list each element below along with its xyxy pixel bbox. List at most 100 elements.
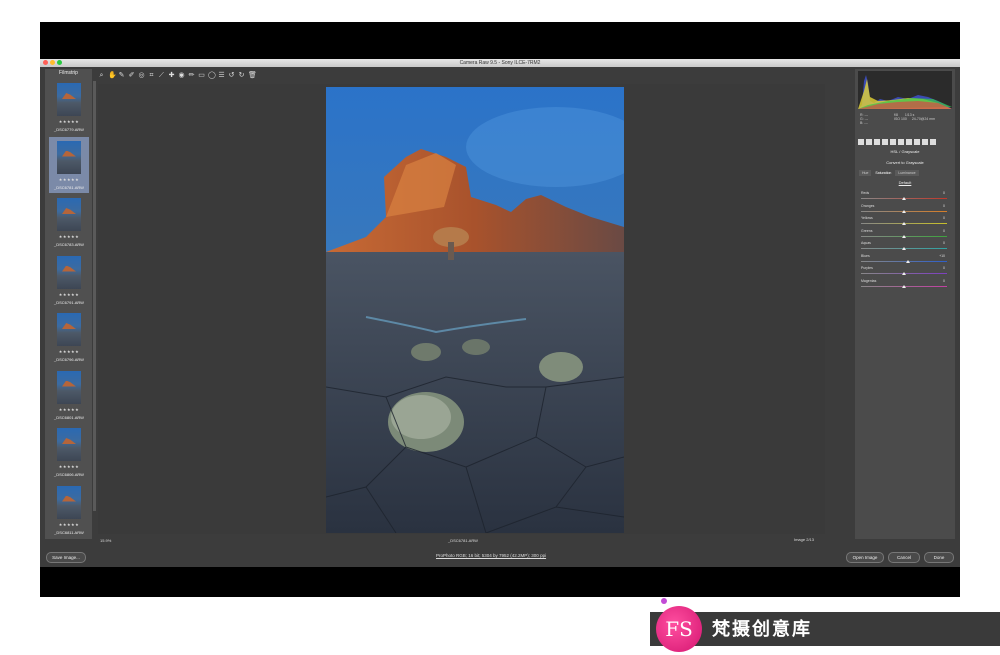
filmstrip-scrollbar[interactable] [93, 81, 96, 511]
star-rating[interactable]: ★★★★★ [49, 177, 89, 182]
panel-title: HSL / Grayscale [890, 149, 920, 154]
lens-tab-icon[interactable] [898, 139, 904, 145]
basic-tab-icon[interactable] [858, 139, 864, 145]
convert-grayscale-checkbox[interactable]: Convert to Grayscale [855, 160, 955, 165]
presets-tab-icon[interactable] [922, 139, 928, 145]
detail-tab-icon[interactable] [874, 139, 880, 145]
graduated-filter-icon[interactable]: ▭ [198, 72, 205, 79]
snapshots-tab-icon[interactable] [930, 139, 936, 145]
radial-filter-icon[interactable]: ◯ [208, 72, 216, 79]
default-link[interactable]: Default [855, 180, 955, 185]
star-rating[interactable]: ★★★★★ [49, 464, 89, 469]
thumbnail[interactable] [57, 198, 81, 231]
zoom-icon[interactable]: ⌕ [98, 72, 105, 79]
adjustment-brush-icon[interactable]: ✏ [188, 72, 195, 79]
cancel-button[interactable]: Cancel [888, 552, 920, 563]
slider-thumb[interactable] [906, 259, 911, 263]
thumbnail[interactable] [57, 83, 81, 116]
star-rating[interactable]: ★★★★★ [49, 349, 89, 354]
slider-thumb[interactable] [902, 209, 906, 213]
workflow-options-link[interactable]: ProPhoto RGB; 16 bit; 5304 by 7952 (42.2… [436, 553, 546, 558]
slider-thumb[interactable] [902, 272, 906, 275]
filmstrip-item[interactable]: ★★★★★ _DSC6796.ARW [49, 309, 89, 365]
zoom-level[interactable]: 15.9% [100, 538, 111, 543]
star-rating[interactable]: ★★★★★ [49, 292, 89, 297]
filmstrip-item[interactable]: ★★★★★ _DSC6779.ARW [49, 79, 89, 135]
filmstrip-item[interactable]: ★★★★★ _DSC6811.ARW [49, 482, 89, 538]
filmstrip-item[interactable]: ★★★★★ _DSC6791.ARW [49, 252, 89, 308]
preferences-icon[interactable]: ☰ [218, 72, 225, 79]
targeted-adjust-icon[interactable]: ◎ [138, 72, 145, 79]
iso: ISO 100 [894, 117, 907, 121]
thumbnail[interactable] [57, 428, 81, 461]
open-image-button[interactable]: Open Image [846, 552, 884, 563]
red-eye-icon[interactable]: ◉ [178, 72, 185, 79]
filmstrip-item[interactable]: ★★★★★ _DSC6781.ARW [49, 136, 89, 193]
slider-value[interactable]: 0 [943, 191, 945, 195]
white-balance-icon[interactable]: ✎ [118, 72, 125, 79]
star-rating[interactable]: ★★★★★ [49, 522, 89, 527]
slider-value[interactable]: 0 [943, 266, 945, 270]
rgb-readout: R: --- G: --- B: --- f/8 1/13 s ISO 100 … [858, 111, 952, 137]
slider-magentas[interactable]: Magentas 0 [861, 279, 951, 291]
spot-removal-icon[interactable]: ✚ [168, 72, 175, 79]
zoom-window-icon[interactable] [57, 60, 62, 65]
slider-aquas[interactable]: Aquas 0 [861, 241, 951, 253]
thumbnail[interactable] [57, 140, 81, 174]
slider-reds[interactable]: Reds 0 [861, 191, 951, 203]
done-button[interactable]: Done [924, 552, 954, 563]
slider-thumb[interactable] [902, 197, 906, 200]
effects-tab-icon[interactable] [906, 139, 912, 145]
slider-value[interactable]: 0 [943, 204, 945, 208]
slider-value[interactable]: +10 [939, 254, 945, 258]
subtab-luminance[interactable]: Luminance [895, 170, 919, 176]
thumbnail[interactable] [57, 370, 81, 404]
thumbnail[interactable] [57, 255, 81, 289]
slider-greens[interactable]: Greens 0 [861, 229, 951, 241]
camera-calibration-tab-icon[interactable] [914, 139, 920, 145]
subtab-hue[interactable]: Hue [859, 170, 872, 176]
current-filename: _DSC6781.ARW [448, 538, 478, 543]
rotate-left-icon[interactable]: ↺ [228, 72, 235, 79]
image-counter[interactable]: Image 2/13 [794, 537, 814, 542]
minimize-icon[interactable] [50, 60, 55, 65]
slider-yellows[interactable]: Yellows 0 [861, 216, 951, 228]
rotate-right-icon[interactable]: ↻ [238, 72, 245, 79]
subtab-saturation[interactable]: Saturation [872, 170, 895, 176]
filmstrip-item[interactable]: ★★★★★ _DSC6806.ARW [49, 424, 89, 480]
slider-track[interactable] [861, 260, 947, 262]
thumbnail[interactable] [57, 485, 81, 519]
thumbnail-filename: _DSC6781.ARW [54, 184, 84, 190]
slider-purples[interactable]: Purples 0 [861, 266, 951, 278]
thumbnail[interactable] [57, 313, 81, 346]
straighten-icon[interactable]: ⟋ [158, 72, 165, 79]
preview-photo[interactable] [326, 87, 624, 533]
slider-thumb[interactable] [902, 234, 906, 238]
close-icon[interactable] [43, 60, 48, 65]
filmstrip-item[interactable]: ★★★★★ _DSC6801.ARW [49, 367, 89, 423]
b-value: B: --- [860, 121, 868, 125]
crop-icon[interactable]: ⌗ [148, 72, 155, 79]
save-image-button[interactable]: Save Image... [46, 552, 86, 563]
tone-curve-tab-icon[interactable] [866, 139, 872, 145]
slider-value[interactable]: 0 [943, 229, 945, 233]
slider-thumb[interactable] [902, 284, 906, 288]
slider-thumb[interactable] [902, 222, 906, 225]
star-rating[interactable]: ★★★★★ [49, 119, 89, 124]
color-sampler-icon[interactable]: ✐ [128, 72, 135, 79]
filmstrip-header[interactable]: Filmstrip [45, 69, 92, 78]
star-rating[interactable]: ★★★★★ [49, 407, 89, 412]
slider-value[interactable]: 0 [943, 241, 945, 245]
hand-icon[interactable]: ✋ [108, 72, 117, 79]
slider-value[interactable]: 0 [943, 279, 945, 283]
slider-blues[interactable]: Blues +10 [861, 254, 951, 266]
slider-thumb[interactable] [902, 247, 906, 250]
star-rating[interactable]: ★★★★★ [49, 234, 89, 239]
trash-icon[interactable]: 🗑 [248, 72, 257, 79]
split-toning-tab-icon[interactable] [890, 139, 896, 145]
slider-oranges[interactable]: Oranges 0 [861, 204, 951, 216]
filmstrip-item[interactable]: ★★★★★ _DSC6783.ARW [49, 194, 89, 250]
slider-value[interactable]: 0 [943, 216, 945, 220]
window-controls[interactable] [43, 60, 62, 65]
hsl-tab-icon[interactable] [882, 139, 888, 145]
